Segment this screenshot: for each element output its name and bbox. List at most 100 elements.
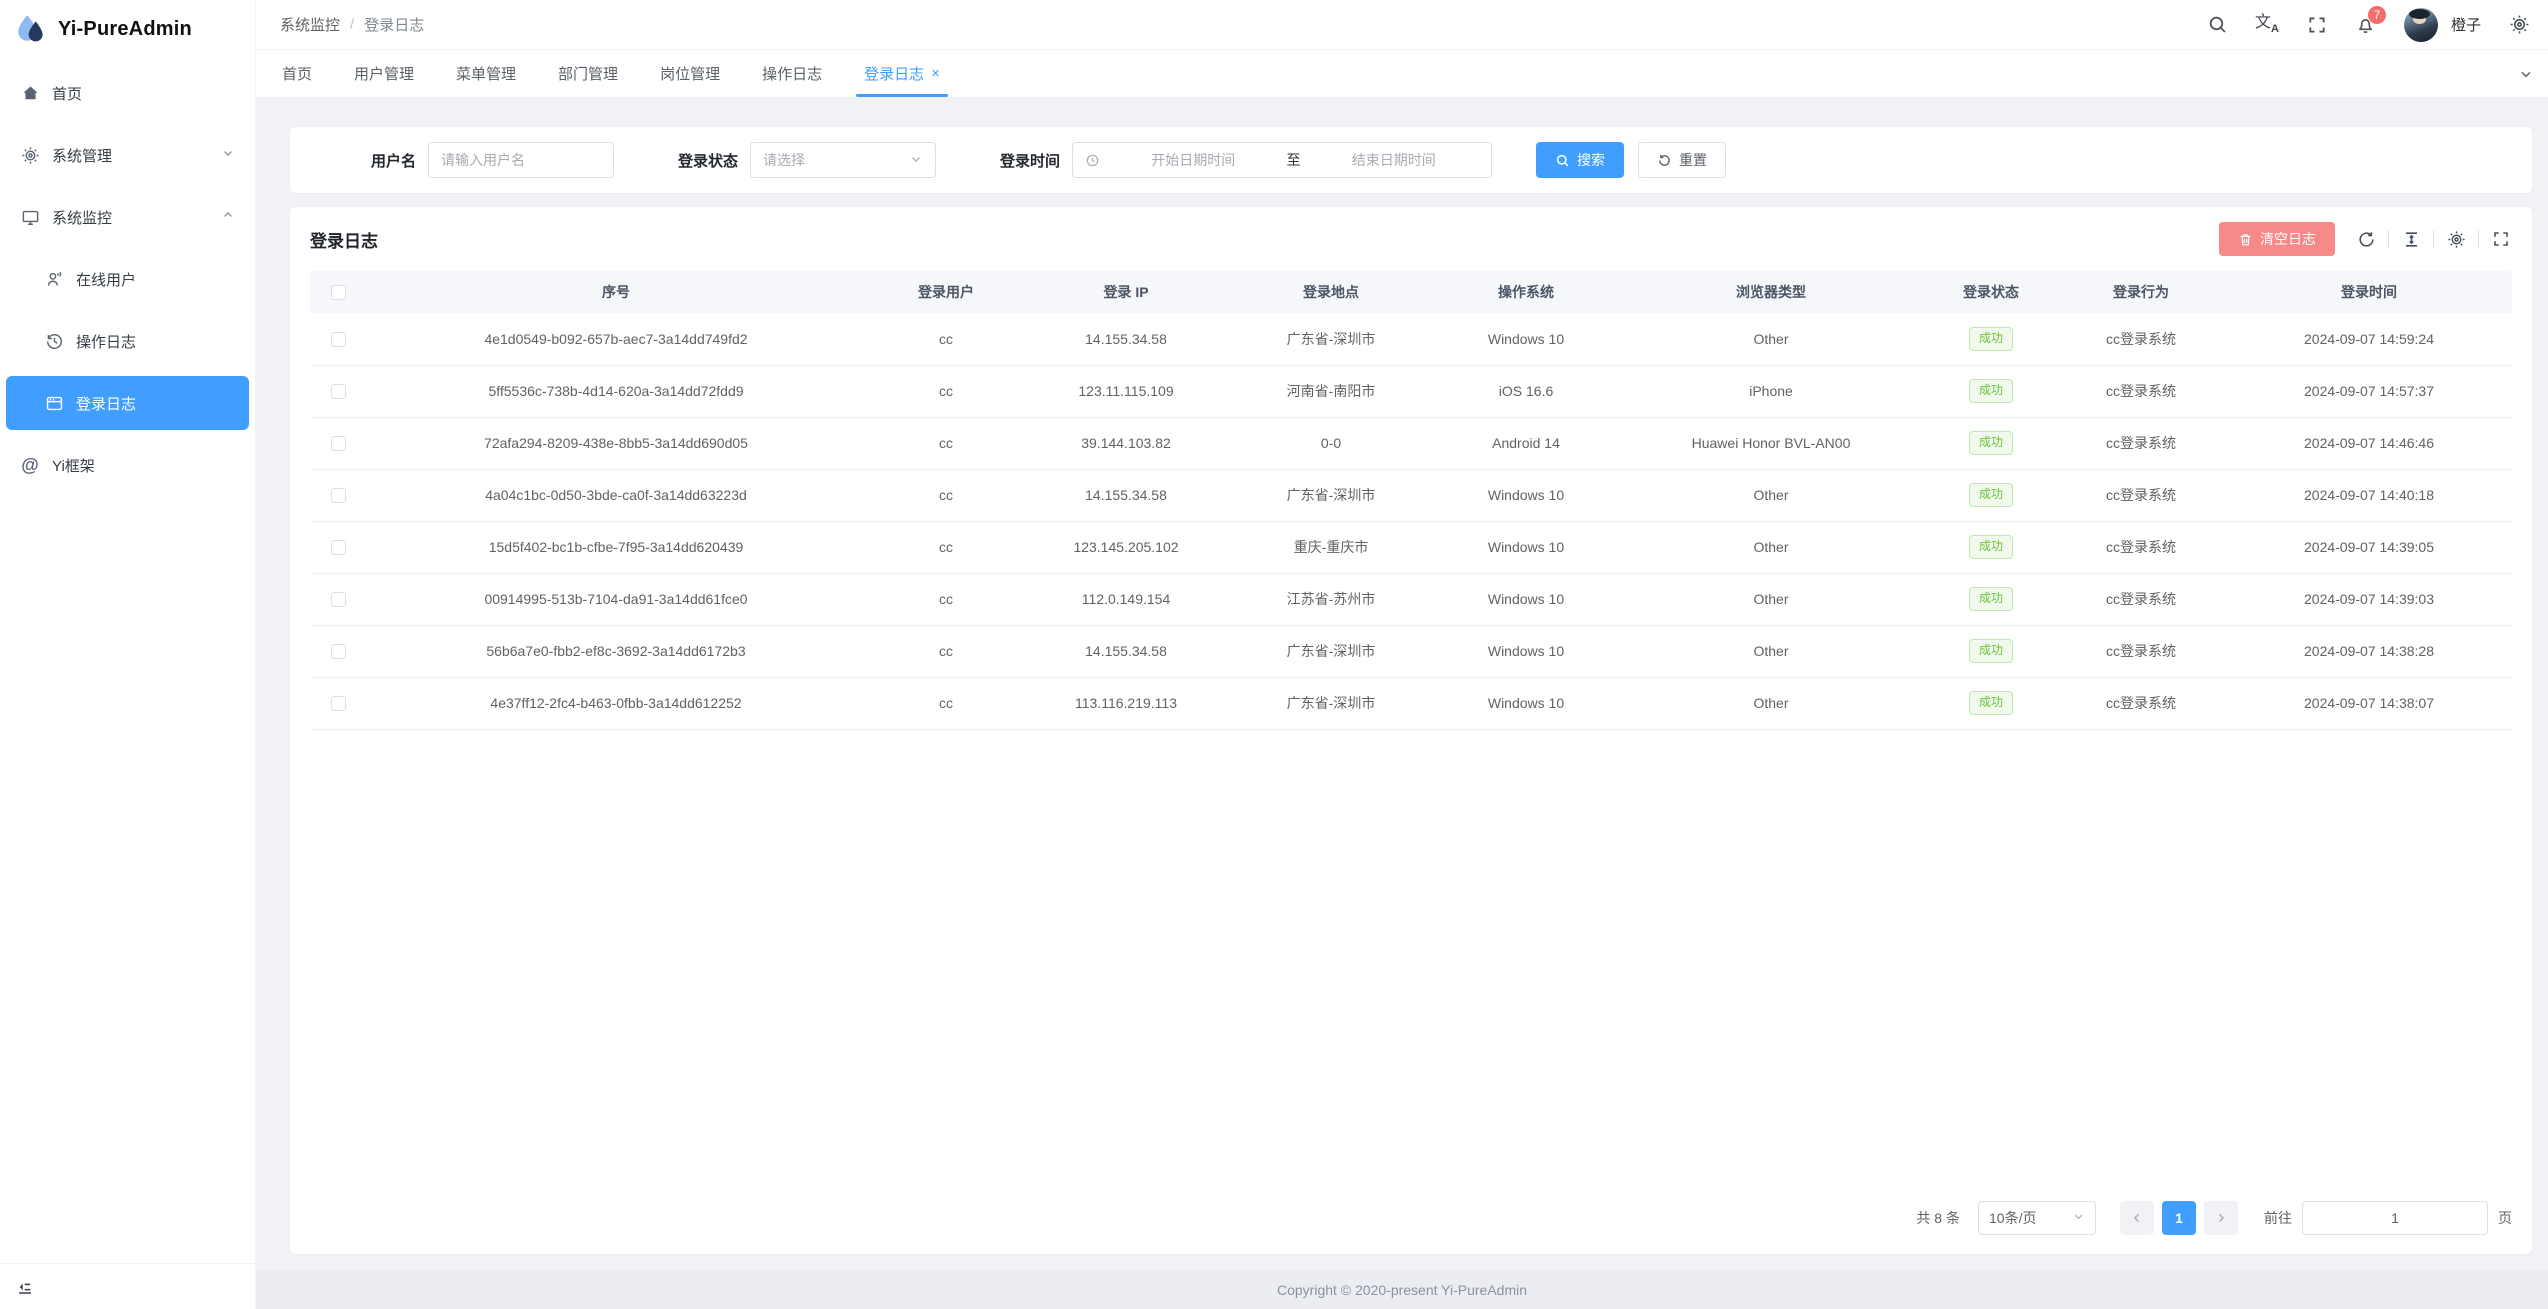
column-header: 登录用户 bbox=[866, 271, 1026, 313]
cell-serial-id: 56b6a7e0-fbb2-ef8c-3692-3a14dd6172b3 bbox=[366, 625, 866, 677]
login-status-select[interactable]: 请选择 bbox=[750, 142, 936, 178]
fullscreen-icon[interactable] bbox=[2490, 228, 2512, 250]
tab-operation-log[interactable]: 操作日志 bbox=[762, 50, 822, 97]
content-area: 用户名 登录状态 请选择 登录时间 bbox=[256, 98, 2548, 1270]
status-badge: 成功 bbox=[1969, 379, 2013, 403]
fullscreen-icon[interactable] bbox=[2306, 14, 2328, 36]
chevron-up-icon bbox=[221, 208, 235, 226]
tab-post-management[interactable]: 岗位管理 bbox=[660, 50, 720, 97]
row-checkbox[interactable] bbox=[331, 436, 346, 451]
start-date-input[interactable]: 开始日期时间 bbox=[1108, 150, 1279, 170]
sidebar-item-label: 登录日志 bbox=[76, 393, 136, 414]
cell-login-ip: 14.155.34.58 bbox=[1026, 313, 1226, 365]
column-header: 浏览器类型 bbox=[1616, 271, 1926, 313]
table-row: 5ff5536c-738b-4d14-620a-3a14dd72fdd9 cc … bbox=[310, 365, 2512, 417]
avatar[interactable] bbox=[2404, 8, 2438, 42]
status-badge: 成功 bbox=[1969, 587, 2013, 611]
date-range-picker[interactable]: 开始日期时间 至 结束日期时间 bbox=[1072, 142, 1492, 178]
login-log-card: 登录日志 清空日志 bbox=[290, 207, 2532, 1254]
navbar-actions: 文A 7 橙子 bbox=[2206, 8, 2530, 42]
tab-options-chevron-down-icon[interactable] bbox=[2518, 50, 2534, 97]
column-settings-gear-icon[interactable] bbox=[2445, 228, 2467, 250]
row-checkbox[interactable] bbox=[331, 540, 346, 555]
table-row: 00914995-513b-7104-da91-3a14dd61fce0 cc … bbox=[310, 573, 2512, 625]
page-title: 登录日志 bbox=[310, 227, 378, 252]
table-row: 4a04c1bc-0d50-3bde-ca0f-3a14dd63223d cc … bbox=[310, 469, 2512, 521]
sidebar-item-system-management[interactable]: 系统管理 bbox=[6, 128, 249, 182]
cell-login-user: cc bbox=[866, 625, 1026, 677]
logo[interactable]: Yi-PureAdmin bbox=[0, 0, 255, 58]
cell-login-time: 2024-09-07 14:39:03 bbox=[2226, 573, 2512, 625]
reset-button[interactable]: 重置 bbox=[1638, 142, 1726, 178]
sidebar-item-yi-framework[interactable]: @ Yi框架 bbox=[6, 438, 249, 492]
close-icon[interactable]: × bbox=[931, 66, 940, 81]
end-date-input[interactable]: 结束日期时间 bbox=[1309, 150, 1480, 170]
density-icon[interactable] bbox=[2400, 228, 2422, 250]
username-label: 用户名 bbox=[330, 150, 416, 171]
sidebar-item-system-monitor[interactable]: 系统监控 bbox=[6, 190, 249, 244]
tab-user-management[interactable]: 用户管理 bbox=[354, 50, 414, 97]
translate-icon[interactable]: 文A bbox=[2255, 15, 2279, 35]
collapse-sidebar-icon[interactable] bbox=[16, 1278, 34, 1296]
search-icon bbox=[1555, 153, 1570, 168]
breadcrumb-item-login-log: 登录日志 bbox=[364, 14, 424, 35]
cell-os: Windows 10 bbox=[1436, 313, 1616, 365]
cell-browser: iPhone bbox=[1616, 365, 1926, 417]
sidebar-item-home[interactable]: 首页 bbox=[6, 66, 249, 120]
sidebar-item-login-log[interactable]: 登录日志 bbox=[6, 376, 249, 430]
card-header: 登录日志 清空日志 bbox=[310, 207, 2512, 271]
cell-login-location: 重庆-重庆市 bbox=[1226, 521, 1436, 573]
next-page-button[interactable] bbox=[2204, 1201, 2238, 1235]
tab-menu-management[interactable]: 菜单管理 bbox=[456, 50, 516, 97]
row-checkbox[interactable] bbox=[331, 696, 346, 711]
page-size-select[interactable]: 10条/页 bbox=[1978, 1201, 2096, 1235]
cell-login-location: 江苏省-苏州市 bbox=[1226, 573, 1436, 625]
breadcrumb-item-monitor[interactable]: 系统监控 bbox=[280, 14, 340, 35]
search-icon[interactable] bbox=[2206, 14, 2228, 36]
cell-browser: Other bbox=[1616, 313, 1926, 365]
username[interactable]: 橙子 bbox=[2451, 14, 2481, 35]
status-field-group: 登录状态 请选择 bbox=[652, 142, 936, 178]
tabbar: 首页 用户管理 菜单管理 部门管理 岗位管理 操作日志 登录日志 × bbox=[256, 50, 2548, 98]
tab-dept-management[interactable]: 部门管理 bbox=[558, 50, 618, 97]
cell-browser: Other bbox=[1616, 625, 1926, 677]
cell-login-user: cc bbox=[866, 313, 1026, 365]
gear-icon[interactable] bbox=[2508, 14, 2530, 36]
tab-home[interactable]: 首页 bbox=[282, 50, 312, 97]
column-header: 登录行为 bbox=[2056, 271, 2226, 313]
tab-login-log[interactable]: 登录日志 × bbox=[864, 50, 940, 97]
column-header: 序号 bbox=[366, 271, 866, 313]
bell-icon[interactable]: 7 bbox=[2355, 14, 2377, 36]
status-badge: 成功 bbox=[1969, 327, 2013, 351]
cell-browser: Other bbox=[1616, 677, 1926, 729]
cell-login-location: 广东省-深圳市 bbox=[1226, 625, 1436, 677]
cell-browser: Huawei Honor BVL-AN00 bbox=[1616, 417, 1926, 469]
refresh-icon[interactable] bbox=[2355, 228, 2377, 250]
username-input[interactable] bbox=[428, 142, 614, 178]
row-checkbox[interactable] bbox=[331, 644, 346, 659]
column-header: 登录状态 bbox=[1926, 271, 2056, 313]
table-row: 56b6a7e0-fbb2-ef8c-3692-3a14dd6172b3 cc … bbox=[310, 625, 2512, 677]
row-checkbox[interactable] bbox=[331, 488, 346, 503]
login-log-table: 序号 登录用户 登录 IP 登录地点 操作系统 浏览器类型 登录状态 登录行为 … bbox=[310, 271, 2512, 730]
status-badge: 成功 bbox=[1969, 639, 2013, 663]
row-checkbox[interactable] bbox=[331, 332, 346, 347]
monitor-icon bbox=[20, 207, 40, 227]
table-row: 15d5f402-bc1b-cfbe-7f95-3a14dd620439 cc … bbox=[310, 521, 2512, 573]
cell-login-time: 2024-09-07 14:57:37 bbox=[2226, 365, 2512, 417]
row-checkbox[interactable] bbox=[331, 592, 346, 607]
cell-serial-id: 72afa294-8209-438e-8bb5-3a14dd690d05 bbox=[366, 417, 866, 469]
goto-page-input[interactable] bbox=[2302, 1201, 2488, 1235]
cell-browser: Other bbox=[1616, 573, 1926, 625]
prev-page-button[interactable] bbox=[2120, 1201, 2154, 1235]
clear-logs-button[interactable]: 清空日志 bbox=[2219, 222, 2335, 256]
cell-behavior: cc登录系统 bbox=[2056, 417, 2226, 469]
row-checkbox[interactable] bbox=[331, 384, 346, 399]
select-all-checkbox[interactable] bbox=[331, 285, 346, 300]
page-number-button[interactable]: 1 bbox=[2162, 1201, 2196, 1235]
cell-browser: Other bbox=[1616, 469, 1926, 521]
sidebar-item-online-users[interactable]: 在线用户 bbox=[6, 252, 249, 306]
page-unit-label: 页 bbox=[2498, 1208, 2512, 1228]
search-button[interactable]: 搜索 bbox=[1536, 142, 1624, 178]
sidebar-item-operation-log[interactable]: 操作日志 bbox=[6, 314, 249, 368]
